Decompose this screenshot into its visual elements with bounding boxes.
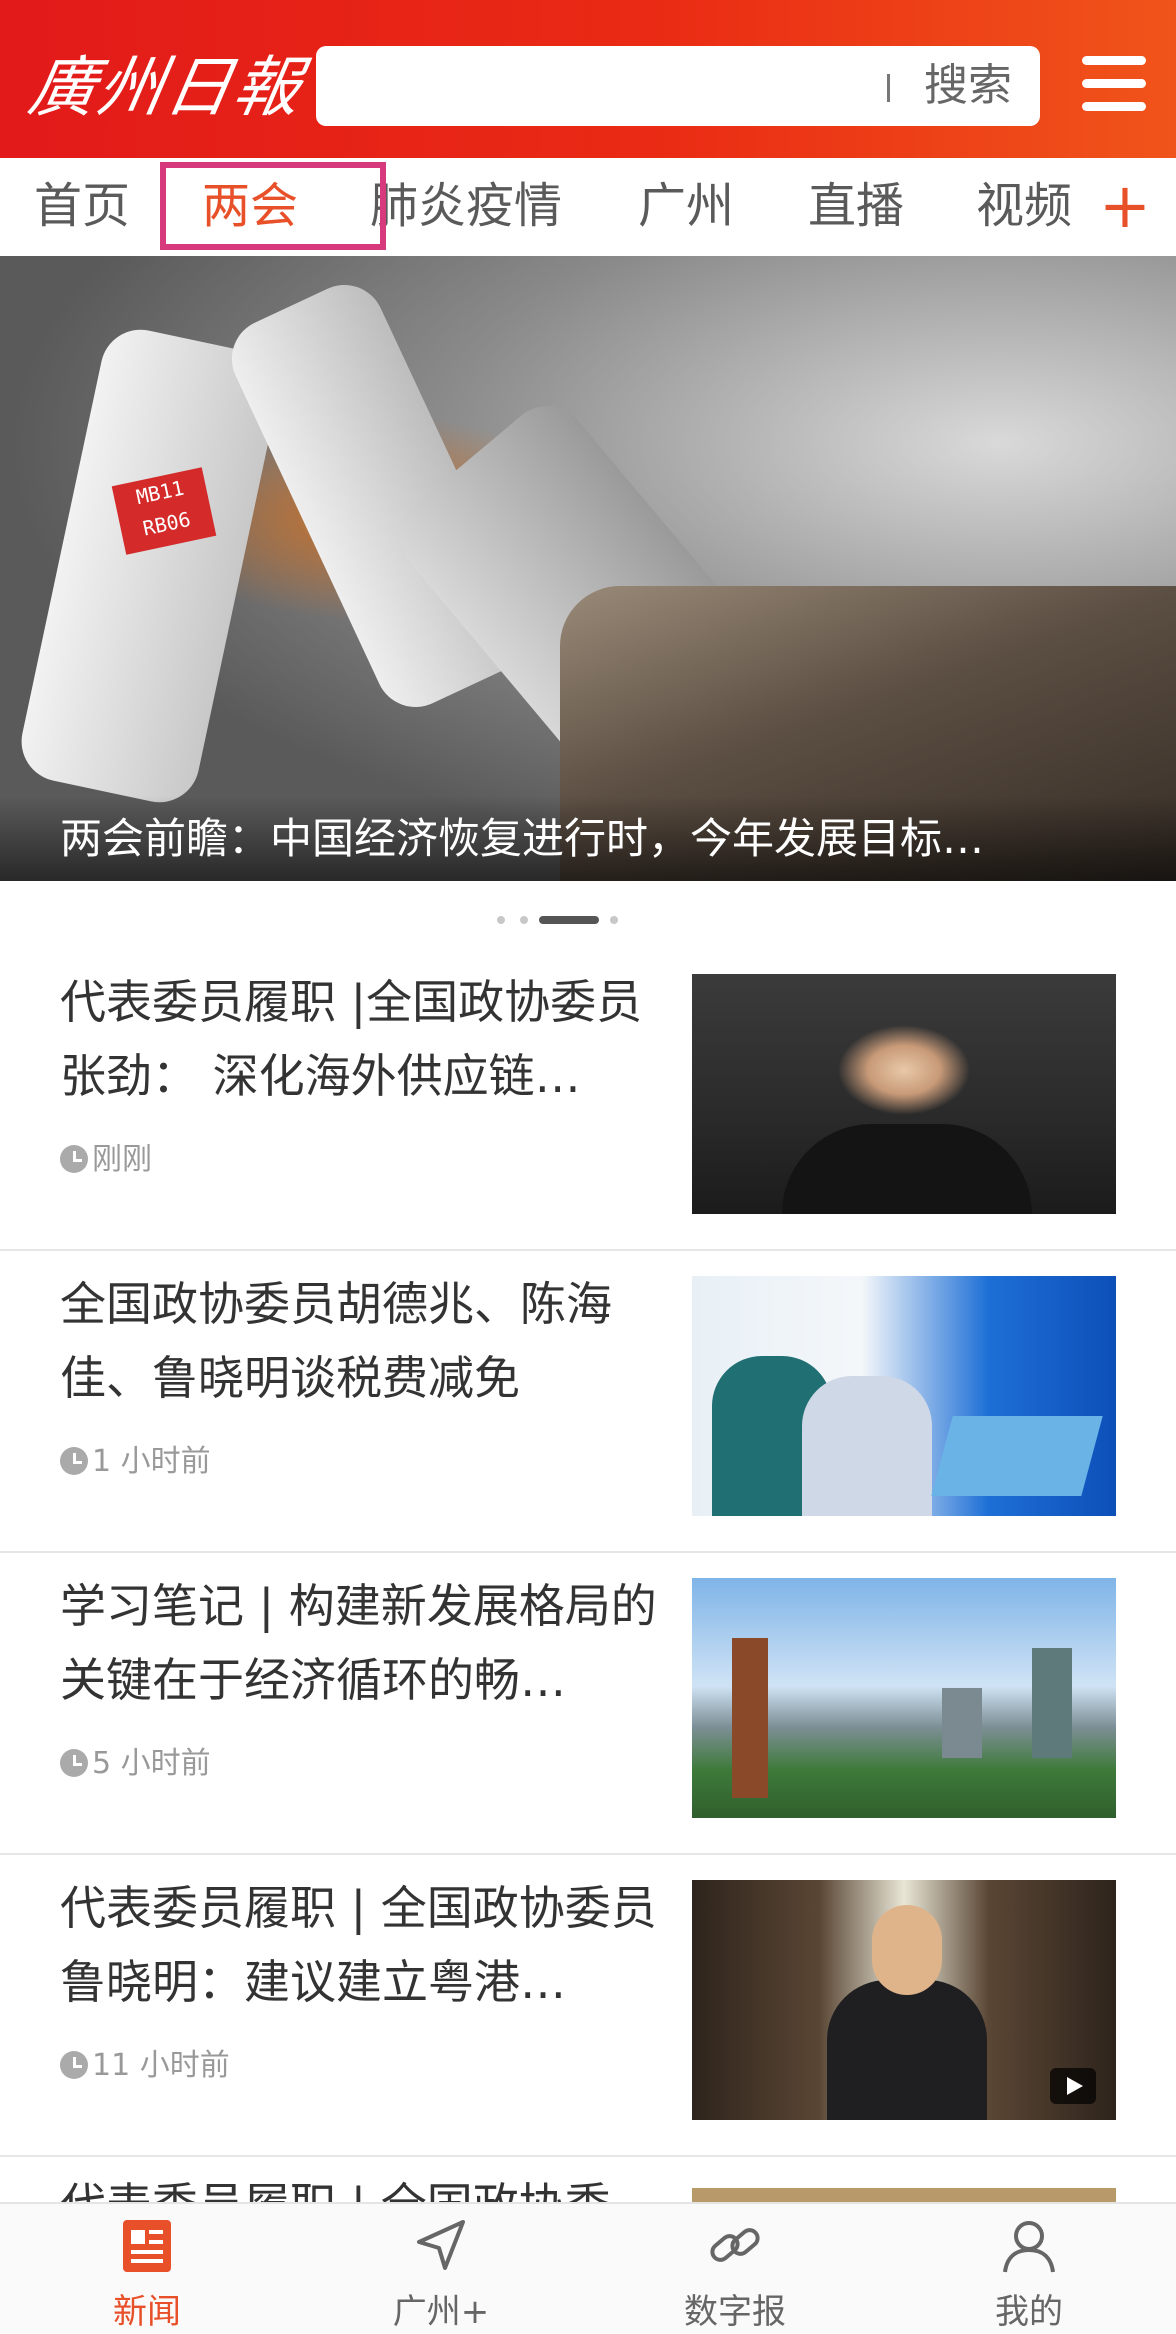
nav-digital-paper[interactable]: 数字报: [588, 2204, 882, 2334]
user-profile-icon: [1003, 2221, 1055, 2273]
news-time: 5 小时前: [60, 1739, 211, 1789]
clock-icon: [60, 1145, 88, 1173]
search-button[interactable]: 搜索: [924, 46, 1012, 126]
carousel-dot[interactable]: [497, 916, 505, 924]
link-icon: [710, 2228, 760, 2262]
clock-icon: [60, 1447, 88, 1475]
news-title[interactable]: 代表委员履职 |全国政协委员张劲： 深化海外供应链…: [60, 965, 660, 1113]
news-title[interactable]: 代表委员履职 | 全国政协委员鲁晓明：建议建立粤港…: [60, 1871, 660, 2019]
nav-label: 我的: [995, 2292, 1063, 2332]
app-logo[interactable]: 廣州日報: [22, 40, 309, 135]
search-bar[interactable]: 搜索: [316, 46, 1040, 126]
banner-caption[interactable]: 两会前瞻：中国经济恢复进行时，今年发展目标…: [60, 796, 984, 881]
news-item[interactable]: 学习笔记 | 构建新发展格局的关键在于经济循环的畅… 5 小时前: [0, 1553, 1176, 1855]
hamburger-menu-icon[interactable]: [1082, 56, 1146, 112]
news-thumbnail[interactable]: [692, 974, 1116, 1214]
nav-mine[interactable]: 我的: [882, 2204, 1176, 2334]
carousel-indicator: [0, 912, 1176, 926]
news-item[interactable]: 代表委员履职 |全国政协委员张劲： 深化海外供应链… 刚刚: [0, 949, 1176, 1251]
nav-guangzhou-plus[interactable]: 广州+: [294, 2204, 588, 2334]
app-header: 廣州日報 搜索: [0, 0, 1176, 158]
news-time: 刚刚: [60, 1135, 152, 1185]
hero-banner[interactable]: MB11 RB06 两会前瞻：中国经济恢复进行时，今年发展目标…: [0, 256, 1176, 881]
news-item[interactable]: 全国政协委员胡德兆、陈海佳、鲁晓明谈税费减免 1 小时前: [0, 1251, 1176, 1553]
play-video-icon[interactable]: [1050, 2068, 1096, 2104]
tab-live[interactable]: 直播: [808, 158, 904, 254]
news-time: 11 小时前: [60, 2041, 230, 2091]
tab-pneumonia-epidemic[interactable]: 肺炎疫情: [370, 158, 562, 254]
news-thumbnail[interactable]: [692, 1880, 1116, 2120]
news-thumbnail[interactable]: [692, 1276, 1116, 1516]
selected-tab-highlight: [160, 162, 386, 250]
tab-video[interactable]: 视频: [976, 158, 1072, 254]
news-title[interactable]: 全国政协委员胡德兆、陈海佳、鲁晓明谈税费减免: [60, 1267, 660, 1415]
newspaper-icon: [123, 2220, 171, 2272]
search-cursor: [887, 74, 890, 102]
nav-label: 新闻: [113, 2292, 181, 2332]
add-channel-icon[interactable]: +: [1090, 158, 1160, 254]
news-time: 1 小时前: [60, 1437, 211, 1487]
carousel-dot[interactable]: [520, 916, 528, 924]
navigation-arrow-icon: [417, 2220, 465, 2270]
nav-news[interactable]: 新闻: [0, 2204, 294, 2334]
bottom-navigation: 新闻 广州+ 数字报 我的: [0, 2202, 1176, 2334]
clock-icon: [60, 1749, 88, 1777]
carousel-dot[interactable]: [610, 916, 618, 924]
nav-label: 数字报: [684, 2292, 786, 2332]
clock-icon: [60, 2051, 88, 2079]
news-title[interactable]: 学习笔记 | 构建新发展格局的关键在于经济循环的畅…: [60, 1569, 660, 1717]
nav-label: 广州+: [392, 2292, 490, 2332]
carousel-dot-active[interactable]: [539, 916, 599, 924]
tab-home[interactable]: 首页: [34, 158, 130, 254]
tab-guangzhou[interactable]: 广州: [638, 158, 734, 254]
news-thumbnail[interactable]: [692, 1578, 1116, 1818]
news-item[interactable]: 代表委员履职 | 全国政协委员鲁晓明：建议建立粤港… 11 小时前: [0, 1855, 1176, 2157]
